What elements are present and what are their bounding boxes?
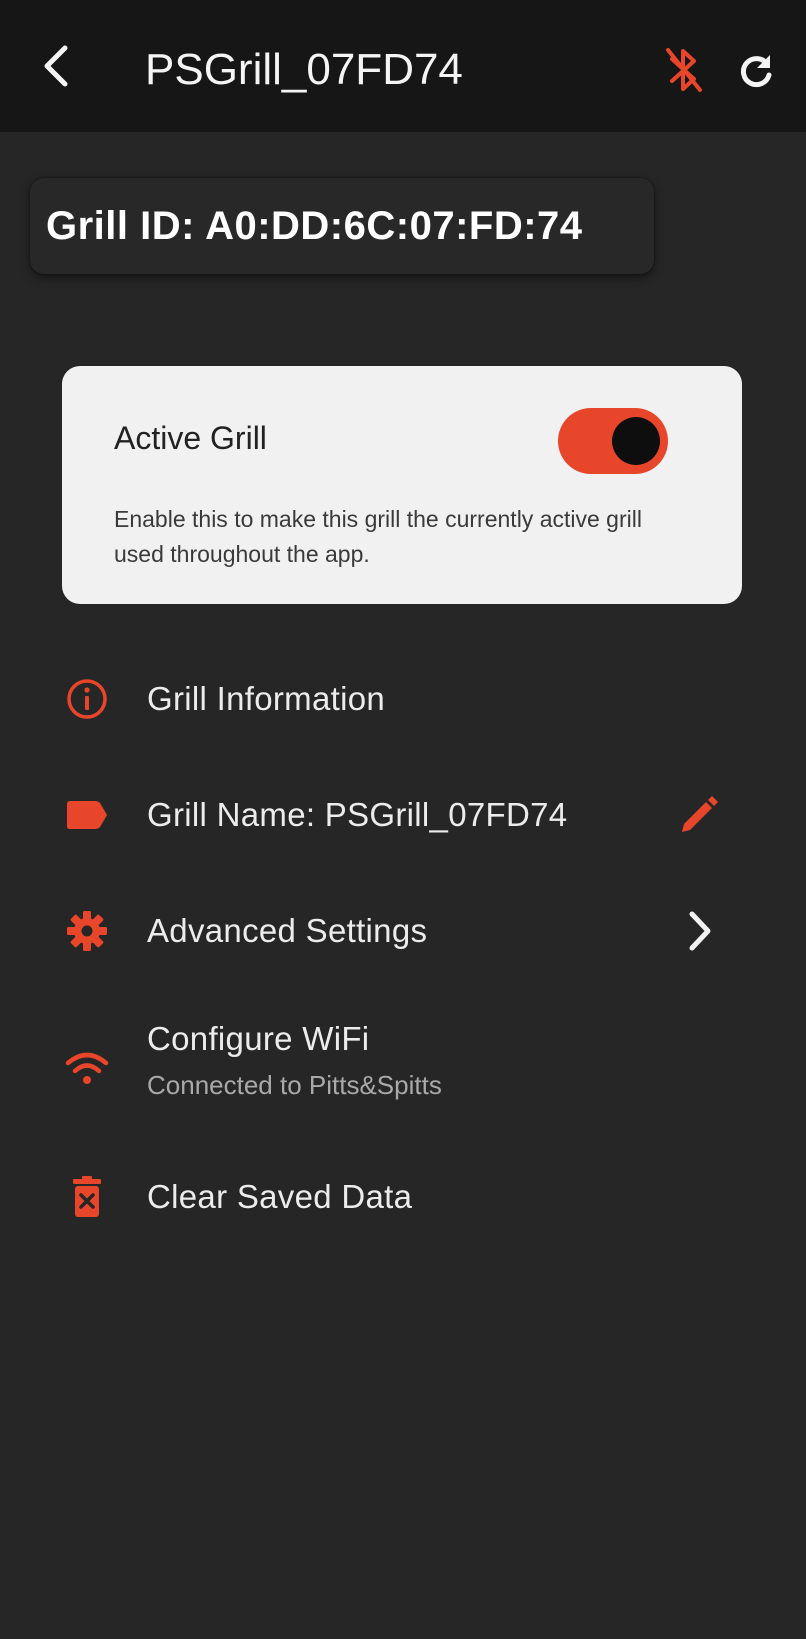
menu-item-label: Advanced Settings: [147, 912, 428, 949]
chevron-right-icon: [676, 908, 722, 954]
bluetooth-button[interactable]: [660, 46, 708, 94]
menu-item-label: Grill Information: [147, 680, 386, 717]
grill-id-text: Grill ID: A0:DD:6C:07:FD:74: [46, 203, 583, 248]
active-grill-description: Enable this to make this grill the curre…: [114, 506, 642, 567]
menu-item-configure-wifi[interactable]: Configure WiFi Connected to Pitts&Spitts: [0, 1012, 806, 1112]
menu-item-grill-name[interactable]: Grill Name: PSGrill_07FD74: [0, 780, 806, 850]
menu-item-advanced-settings[interactable]: Advanced Settings: [0, 896, 806, 966]
tag-icon: [64, 792, 110, 838]
grill-id-chip: Grill ID: A0:DD:6C:07:FD:74: [30, 178, 654, 274]
wifi-icon: [64, 1046, 110, 1092]
refresh-button[interactable]: [733, 48, 779, 94]
bluetooth-off-icon: [666, 48, 702, 92]
toggle-knob: [612, 417, 660, 465]
grill-settings-screen: PSGrill_07FD74 Grill ID: A0:DD:6C:07:FD:…: [0, 0, 806, 1639]
chevron-left-icon: [44, 45, 68, 87]
app-header: PSGrill_07FD74: [0, 0, 806, 132]
active-grill-toggle[interactable]: [558, 408, 668, 474]
back-button[interactable]: [30, 40, 82, 92]
active-grill-title: Active Grill: [114, 420, 267, 456]
trash-icon: [64, 1174, 110, 1220]
menu-item-label: Configure WiFi: [147, 1020, 370, 1057]
menu-item-clear-saved-data[interactable]: Clear Saved Data: [0, 1162, 806, 1232]
menu-item-label: Clear Saved Data: [147, 1178, 413, 1215]
page-title: PSGrill_07FD74: [145, 45, 463, 94]
pencil-icon: [682, 796, 718, 832]
refresh-icon: [740, 55, 772, 88]
menu-item-label: Grill Name: PSGrill_07FD74: [147, 796, 568, 833]
active-grill-card: Active Grill Enable this to make this gr…: [62, 366, 742, 604]
gear-icon: [64, 908, 110, 954]
edit-name-button[interactable]: [676, 792, 722, 838]
info-icon: [64, 676, 110, 722]
wifi-status-text: Connected to Pitts&Spitts: [147, 1070, 442, 1100]
menu-item-grill-information[interactable]: Grill Information: [0, 664, 806, 734]
